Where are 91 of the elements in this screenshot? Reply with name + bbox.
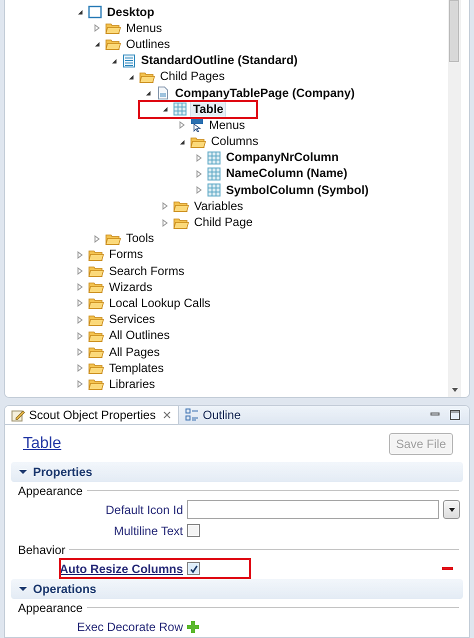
folder-icon (190, 134, 206, 149)
collapsed-arrow-icon[interactable] (75, 267, 85, 276)
icon-id-field[interactable] (187, 500, 439, 519)
tree-item[interactable]: All Outlines (107, 328, 172, 344)
view-tab[interactable]: Scout Object Properties (5, 406, 179, 424)
tree-item[interactable]: SymbolColumn (Symbol) (224, 182, 371, 198)
tree-item[interactable]: Child Pages (158, 69, 227, 84)
folder-icon (88, 328, 104, 343)
window-icon (88, 5, 102, 20)
tree-item[interactable]: Wizards (107, 280, 154, 295)
tree-item[interactable]: Templates (107, 360, 166, 376)
collapsed-arrow-icon[interactable] (75, 332, 85, 340)
grid-icon (173, 102, 187, 116)
collapse-arrow-icon[interactable] (19, 468, 27, 476)
dropdown-button[interactable] (443, 500, 460, 519)
field-label[interactable]: Auto Resize Columns (11, 562, 183, 576)
tree-item[interactable]: Tools (124, 231, 156, 246)
collapsed-arrow-icon[interactable] (92, 234, 102, 243)
tree-item[interactable]: Local Lookup Calls (107, 296, 212, 311)
group-label: Appearance (18, 600, 83, 614)
folder-icon (173, 216, 189, 230)
collapsed-arrow-icon[interactable] (75, 250, 85, 259)
tree-item[interactable]: All Pages (107, 344, 162, 360)
tree-item[interactable]: CompanyTablePage (Company) (173, 86, 357, 101)
tree-item[interactable]: CompanyNrColumn (224, 150, 341, 166)
section-header[interactable]: Properties (11, 462, 463, 482)
object-title-link[interactable]: Table (23, 434, 62, 452)
folder-icon (139, 70, 155, 84)
collapsed-arrow-icon[interactable] (177, 121, 187, 130)
tree-item[interactable]: Menus (207, 118, 248, 133)
folder-icon (105, 37, 121, 52)
folder-icon (88, 377, 104, 392)
tree-item[interactable]: Services (107, 312, 158, 328)
collapsed-arrow-icon[interactable] (75, 299, 85, 308)
tree-item[interactable]: StandardOutline (Standard) (139, 53, 300, 68)
field-label: Multiline Text (112, 524, 183, 538)
collapsed-arrow-icon[interactable] (160, 202, 170, 210)
close-icon[interactable] (162, 410, 172, 420)
list-icon (122, 54, 136, 68)
folder-icon (105, 232, 121, 246)
folder-icon (88, 296, 104, 310)
checkbox[interactable] (187, 524, 200, 537)
scrollbar[interactable] (448, 0, 461, 397)
tree-item[interactable]: Libraries (107, 376, 158, 392)
page-icon (156, 86, 170, 100)
view-tab[interactable]: Outline (178, 406, 247, 424)
collapsed-arrow-icon[interactable] (194, 154, 204, 162)
menu-icon (190, 118, 204, 132)
tree-item[interactable]: Variables (192, 198, 246, 214)
maximize-icon[interactable] (449, 409, 461, 421)
scroll-down-icon[interactable] (450, 387, 458, 393)
collapse-arrow-icon[interactable] (19, 585, 27, 593)
field-label: Default Icon Id (104, 502, 183, 516)
folder-icon (88, 280, 104, 294)
folder-icon (88, 264, 104, 278)
section-header[interactable]: Operations (11, 579, 463, 599)
outline-icon (184, 408, 199, 422)
edit-icon (11, 408, 25, 422)
tree-item[interactable]: NameColumn (Name) (224, 166, 350, 182)
collapsed-arrow-icon[interactable] (194, 170, 204, 178)
grid-icon (207, 150, 221, 165)
collapsed-arrow-icon[interactable] (160, 218, 170, 227)
tree-item[interactable]: Columns (209, 134, 260, 150)
collapsed-arrow-icon[interactable] (75, 348, 85, 356)
collapsed-arrow-icon[interactable] (75, 283, 85, 292)
group-label: Behavior (18, 542, 66, 556)
checkbox[interactable] (187, 562, 200, 575)
folder-icon (88, 361, 104, 376)
group-label: Appearance (18, 484, 83, 498)
folder-icon (88, 312, 104, 327)
dropdown-arrow-icon (448, 506, 456, 512)
collapsed-arrow-icon[interactable] (194, 186, 204, 194)
collapsed-arrow-icon[interactable] (92, 24, 102, 32)
field-label: Exec Decorate Row (76, 620, 183, 634)
tree-item[interactable]: Menus (124, 20, 164, 36)
tree-item[interactable]: Child Page (192, 215, 255, 230)
collapsed-arrow-icon[interactable] (75, 316, 85, 324)
grid-icon (207, 183, 221, 198)
collapsed-arrow-icon[interactable] (75, 364, 85, 372)
folder-icon (88, 248, 104, 262)
folder-icon (173, 199, 189, 214)
grid-icon (207, 166, 221, 181)
tree-item[interactable]: Search Forms (107, 264, 186, 279)
scroll-thumb[interactable] (449, 0, 459, 62)
tree-item[interactable]: Forms (107, 247, 145, 262)
folder-icon (88, 345, 104, 360)
plus-icon[interactable] (187, 620, 199, 632)
collapsed-arrow-icon[interactable] (75, 380, 85, 388)
tree-item[interactable]: Desktop (105, 4, 156, 20)
folder-icon (105, 21, 121, 36)
tree-item[interactable]: Outlines (124, 36, 172, 52)
